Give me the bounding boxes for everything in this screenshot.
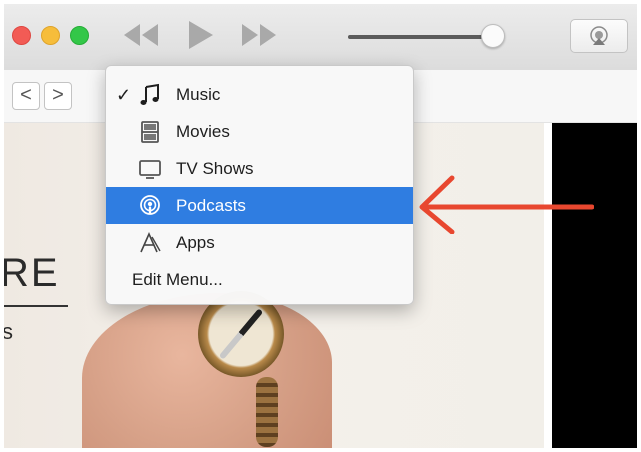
menu-item-music[interactable]: ✓ Music bbox=[106, 76, 413, 113]
menu-item-movies[interactable]: Movies bbox=[106, 113, 413, 150]
menu-item-podcasts[interactable]: Podcasts bbox=[106, 187, 413, 224]
airplay-icon bbox=[590, 26, 608, 45]
toolbar bbox=[4, 4, 637, 71]
rewind-icon bbox=[124, 24, 158, 46]
forward-button[interactable]: > bbox=[44, 82, 72, 110]
menu-item-label: Music bbox=[176, 85, 221, 104]
menu-item-apps[interactable]: Apps bbox=[106, 224, 413, 261]
banner-subheading: s bbox=[4, 319, 13, 344]
volume-slider[interactable] bbox=[348, 35, 496, 39]
banner-divider bbox=[4, 305, 68, 307]
play-icon bbox=[189, 21, 213, 49]
menu-item-tv-shows[interactable]: TV Shows bbox=[106, 150, 413, 187]
close-window-button[interactable] bbox=[12, 26, 31, 45]
menu-item-label: TV Shows bbox=[176, 159, 254, 178]
film-icon bbox=[141, 121, 159, 143]
music-note-icon bbox=[140, 83, 159, 105]
annotation-arrow-icon bbox=[419, 175, 594, 234]
play-button[interactable] bbox=[184, 20, 216, 50]
menu-item-edit-menu[interactable]: Edit Menu... bbox=[106, 261, 413, 298]
maximize-window-button[interactable] bbox=[70, 26, 89, 45]
back-button[interactable]: < bbox=[12, 82, 40, 110]
itunes-window: < > RE s ✓ Music Movies TV Shows Podcast… bbox=[4, 4, 637, 448]
fast-forward-button[interactable] bbox=[240, 20, 278, 50]
apps-icon bbox=[140, 232, 161, 253]
media-kind-menu: ✓ Music Movies TV Shows Podcasts Apps Ed… bbox=[105, 65, 414, 305]
menu-item-label: Apps bbox=[176, 233, 215, 252]
podcast-icon bbox=[140, 195, 160, 215]
compass-chain bbox=[256, 377, 278, 447]
menu-item-label: Edit Menu... bbox=[132, 270, 223, 289]
fast-forward-icon bbox=[242, 24, 276, 46]
tv-icon bbox=[139, 160, 161, 179]
checkmark-icon: ✓ bbox=[116, 85, 132, 105]
compass-needle bbox=[218, 308, 264, 360]
menu-item-label: Movies bbox=[176, 122, 230, 141]
menu-item-label: Podcasts bbox=[176, 196, 246, 215]
banner-heading: RE bbox=[4, 251, 60, 295]
volume-slider-knob[interactable] bbox=[481, 24, 505, 48]
airplay-button[interactable] bbox=[570, 19, 628, 53]
rewind-button[interactable] bbox=[122, 20, 160, 50]
minimize-window-button[interactable] bbox=[41, 26, 60, 45]
